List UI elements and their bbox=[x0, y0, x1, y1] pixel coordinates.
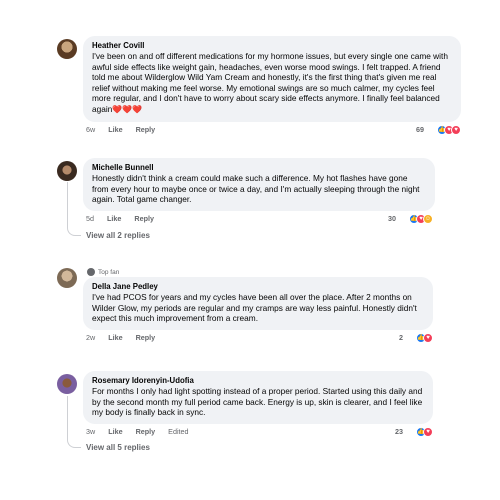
love-reaction-icon: ♥ bbox=[423, 426, 433, 437]
view-replies-link[interactable]: View all 5 replies bbox=[86, 443, 150, 452]
reaction-summary[interactable]: 23 👍 ♥ bbox=[395, 426, 433, 437]
comment-author[interactable]: Michelle Bunnell bbox=[92, 163, 426, 173]
reaction-summary[interactable]: 2 👍 ♥ bbox=[399, 332, 433, 343]
comment-actions: 6w Like Reply 69 👍 ♥ ♥ bbox=[83, 124, 461, 139]
comment-time[interactable]: 6w bbox=[86, 125, 95, 134]
comment-body: For months I only had light spotting ins… bbox=[92, 386, 423, 418]
love-reaction-icon: ♥ bbox=[423, 332, 433, 343]
reply-button[interactable]: Reply bbox=[134, 214, 154, 223]
comment-time[interactable]: 3w bbox=[86, 427, 95, 436]
reply-thread-line bbox=[67, 182, 81, 236]
comment-author[interactable]: Della Jane Pedley bbox=[92, 282, 424, 292]
comment-actions: 2w Like Reply 2 👍 ♥ bbox=[83, 332, 461, 347]
reaction-count: 69 bbox=[416, 125, 424, 135]
comment-body: I've been on and off different medicatio… bbox=[92, 51, 448, 114]
comment-body: Honestly didn't think a cream could make… bbox=[92, 173, 420, 205]
comment-1: Heather Covill I've been on and off diff… bbox=[83, 36, 461, 139]
comment-author[interactable]: Heather Covill bbox=[92, 41, 452, 51]
comment-3: Top fan Della Jane Pedley I've had PCOS … bbox=[83, 268, 461, 347]
edited-label: Edited bbox=[168, 426, 189, 436]
comment-bubble: Michelle Bunnell Honestly didn't think a… bbox=[83, 158, 435, 211]
reply-button[interactable]: Reply bbox=[136, 427, 156, 436]
avatar-rosemary[interactable] bbox=[57, 374, 77, 394]
comment-bubble: Della Jane Pedley I've had PCOS for year… bbox=[83, 277, 433, 330]
comment-author[interactable]: Rosemary Idorenyin-Udofia bbox=[92, 376, 424, 386]
comment-time[interactable]: 2w bbox=[86, 333, 95, 342]
like-button[interactable]: Like bbox=[108, 125, 122, 134]
reaction-count: 30 bbox=[388, 214, 396, 224]
like-button[interactable]: Like bbox=[108, 427, 122, 436]
haha-reaction-icon: ☺ bbox=[423, 213, 433, 224]
love-reaction-icon: ♥ bbox=[451, 124, 461, 135]
comment-time[interactable]: 5d bbox=[86, 214, 94, 223]
comment-bubble: Heather Covill I've been on and off diff… bbox=[83, 36, 461, 122]
comment-2: Michelle Bunnell Honestly didn't think a… bbox=[83, 158, 443, 228]
reaction-summary[interactable]: 69 👍 ♥ ♥ bbox=[416, 124, 461, 135]
top-fan-badge: Top fan bbox=[83, 268, 461, 276]
like-button[interactable]: Like bbox=[108, 333, 122, 342]
comment-4: Rosemary Idorenyin-Udofia For months I o… bbox=[83, 371, 443, 441]
comment-actions: 3w Like Reply Edited 23 👍 ♥ bbox=[83, 426, 443, 441]
comment-actions: 5d Like Reply 30 👍 ♥ ☺ bbox=[83, 213, 443, 228]
reply-thread-line bbox=[67, 396, 81, 448]
avatar-michelle[interactable] bbox=[57, 161, 77, 181]
view-replies-link[interactable]: View all 2 replies bbox=[86, 231, 150, 240]
reply-button[interactable]: Reply bbox=[136, 125, 156, 134]
top-fan-icon bbox=[87, 268, 95, 276]
reaction-summary[interactable]: 30 👍 ♥ ☺ bbox=[388, 213, 433, 224]
comment-bubble: Rosemary Idorenyin-Udofia For months I o… bbox=[83, 371, 433, 424]
avatar-heather[interactable] bbox=[57, 39, 77, 59]
heart-emoji: ❤️❤️❤️ bbox=[112, 104, 143, 114]
like-button[interactable]: Like bbox=[107, 214, 121, 223]
reaction-count: 2 bbox=[399, 333, 403, 343]
reply-button[interactable]: Reply bbox=[136, 333, 156, 342]
comment-body: I've had PCOS for years and my cycles ha… bbox=[92, 292, 417, 324]
reaction-count: 23 bbox=[395, 427, 403, 437]
avatar-della[interactable] bbox=[57, 268, 77, 288]
top-fan-label: Top fan bbox=[98, 268, 120, 276]
